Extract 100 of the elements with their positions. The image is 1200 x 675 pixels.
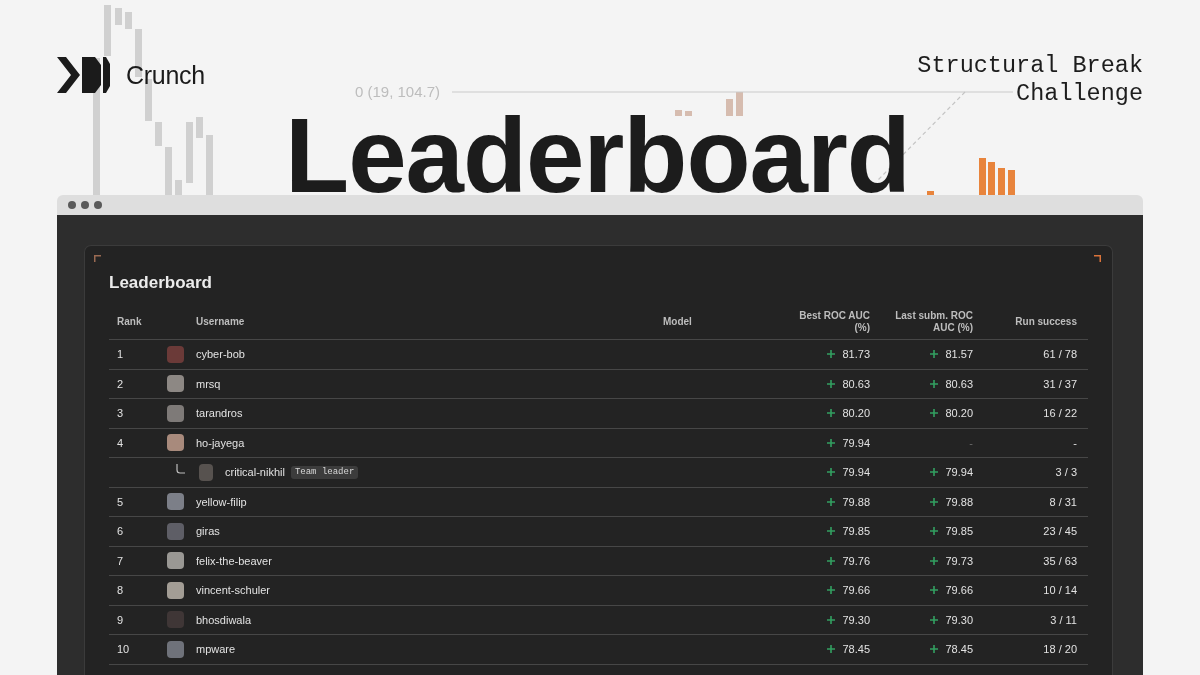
score-value: 79.66 bbox=[945, 583, 973, 598]
rank-cell: 4 bbox=[117, 435, 124, 450]
plus-icon bbox=[827, 379, 836, 388]
chart-bar bbox=[155, 122, 162, 146]
chart-bar bbox=[186, 122, 193, 183]
column-header: Last subm. ROC AUC (%) bbox=[894, 310, 973, 334]
score-value: 79.73 bbox=[945, 553, 973, 568]
run-success-cell: 18 / 20 bbox=[1043, 642, 1077, 657]
username-cell: ho-jayega bbox=[196, 435, 245, 450]
run-success-cell: 61 / 78 bbox=[1043, 347, 1077, 362]
plus-icon bbox=[827, 350, 836, 359]
chart-bar bbox=[115, 8, 122, 25]
score-value: 79.30 bbox=[945, 612, 973, 627]
score-value: 81.57 bbox=[945, 347, 973, 362]
score-value: 79.66 bbox=[842, 583, 870, 598]
avatar-placeholder bbox=[167, 404, 184, 422]
plus-icon bbox=[827, 645, 836, 654]
rank-cell: 10 bbox=[117, 642, 130, 657]
avatar-placeholder bbox=[167, 493, 184, 511]
username-cell: vincent-schuler bbox=[196, 583, 270, 598]
username-cell: cyber-bob bbox=[196, 347, 245, 362]
plus-icon bbox=[827, 527, 836, 536]
chart-bar bbox=[979, 158, 986, 195]
window-dot-icon bbox=[94, 201, 102, 209]
rank-cell: 1 bbox=[117, 347, 124, 362]
column-header: Rank bbox=[117, 316, 142, 328]
username-cell: tarandros bbox=[196, 406, 243, 421]
plus-icon bbox=[827, 615, 836, 624]
tree-branch-icon bbox=[176, 464, 185, 475]
plus-icon bbox=[827, 438, 836, 447]
run-success-cell: 31 / 37 bbox=[1043, 376, 1077, 391]
avatar-placeholder bbox=[167, 640, 184, 658]
username-cell: giras bbox=[196, 524, 220, 539]
username-cell: mpware bbox=[196, 642, 236, 657]
hero-title: Leaderboard bbox=[285, 117, 910, 195]
score-value: 79.76 bbox=[842, 553, 870, 568]
plus-icon bbox=[930, 645, 939, 654]
avatar-placeholder bbox=[167, 434, 184, 452]
rank-cell: 2 bbox=[117, 376, 124, 391]
username-cell: critical-nikhil bbox=[225, 465, 285, 480]
score-value: 80.20 bbox=[945, 406, 973, 421]
plus-icon bbox=[930, 379, 939, 388]
score-value: 81.73 bbox=[842, 347, 870, 362]
avatar-placeholder bbox=[199, 463, 213, 481]
run-success-cell: 16 / 22 bbox=[1043, 406, 1077, 421]
score-value: 79.88 bbox=[945, 494, 973, 509]
rank-cell: 3 bbox=[117, 406, 124, 421]
team-leader-badge: Team leader bbox=[290, 465, 359, 479]
chart-bar bbox=[165, 147, 172, 195]
rank-cell: 6 bbox=[117, 524, 124, 539]
plus-icon bbox=[930, 350, 939, 359]
run-success-cell: 35 / 63 bbox=[1043, 553, 1077, 568]
corner-bracket-icon bbox=[94, 255, 101, 262]
username-cell: yellow-filip bbox=[196, 494, 247, 509]
rank-cell: 9 bbox=[117, 612, 124, 627]
username-cell: bhosdiwala bbox=[196, 612, 252, 627]
run-success-cell: - bbox=[1073, 435, 1077, 450]
plus-icon bbox=[827, 409, 836, 418]
card-title: Leaderboard bbox=[109, 272, 213, 294]
avatar-placeholder bbox=[167, 375, 184, 393]
username-cell: felix-the-beaver bbox=[196, 553, 272, 568]
chart-bar bbox=[685, 111, 692, 116]
score-value: 79.94 bbox=[842, 435, 870, 450]
window-dot-icon bbox=[68, 201, 76, 209]
run-success-cell: 3 / 11 bbox=[1050, 612, 1077, 627]
score-value: 80.20 bbox=[842, 406, 870, 421]
column-header: Model bbox=[663, 316, 692, 328]
chart-bar bbox=[736, 92, 743, 116]
plus-icon bbox=[827, 556, 836, 565]
avatar-placeholder bbox=[167, 345, 184, 363]
chart-bar bbox=[175, 180, 182, 195]
plus-icon bbox=[930, 468, 939, 477]
column-header: Best ROC AUC (%) bbox=[798, 310, 870, 334]
score-value: 79.88 bbox=[842, 494, 870, 509]
chart-bar bbox=[675, 110, 682, 116]
chart-bar bbox=[988, 162, 995, 195]
chart-bar bbox=[927, 191, 934, 195]
run-success-cell: 8 / 31 bbox=[1049, 494, 1077, 509]
logo-mark-icon bbox=[57, 57, 110, 93]
plus-icon bbox=[827, 497, 836, 506]
plus-icon bbox=[930, 527, 939, 536]
score-value: 79.94 bbox=[945, 465, 973, 480]
corner-bracket-icon bbox=[1094, 255, 1101, 262]
brand-name: Crunch bbox=[126, 60, 205, 90]
plus-icon bbox=[930, 556, 939, 565]
run-success-cell: 23 / 45 bbox=[1043, 524, 1077, 539]
plus-icon bbox=[930, 409, 939, 418]
chart-bar bbox=[196, 117, 203, 138]
chart-bar bbox=[206, 135, 213, 195]
avatar-placeholder bbox=[167, 581, 184, 599]
rank-cell: 8 bbox=[117, 583, 124, 598]
score-value: 79.30 bbox=[842, 612, 870, 627]
score-value: - bbox=[969, 435, 973, 450]
chart-bar bbox=[998, 168, 1005, 195]
column-header: Username bbox=[196, 316, 245, 328]
score-value: 79.85 bbox=[945, 524, 973, 539]
run-success-cell: 3 / 3 bbox=[1055, 465, 1077, 480]
rank-cell: 5 bbox=[117, 494, 124, 509]
challenge-title: Structural Break Challenge bbox=[916, 52, 1143, 108]
chart-bar bbox=[104, 5, 111, 56]
